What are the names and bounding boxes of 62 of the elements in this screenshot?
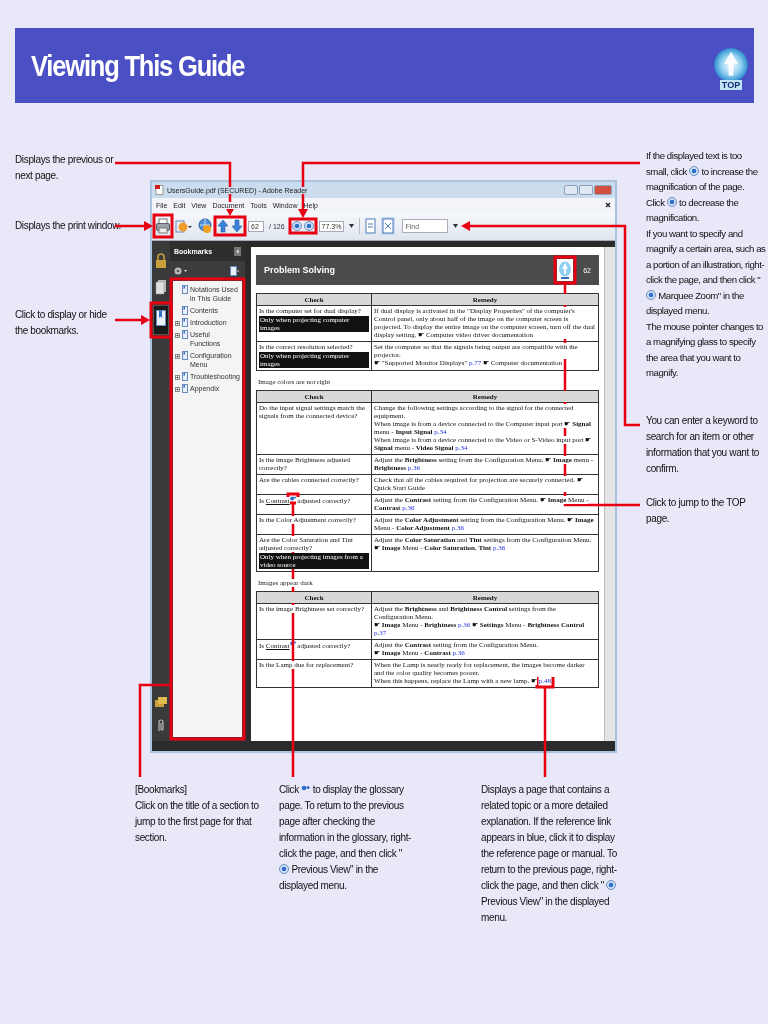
expand-icon[interactable] xyxy=(175,354,180,359)
expand-icon[interactable] xyxy=(175,333,180,338)
caret-icon[interactable] xyxy=(453,224,459,228)
bookmark-icon xyxy=(182,318,188,327)
note-text: If you want to specify and magnify a certain area, such as a portion of an illustration, right-click the page, and then click " Marquee Zoom" in the displayed menu. xyxy=(646,226,766,318)
top-button[interactable]: TOP xyxy=(712,30,750,101)
new-bookmark-icon[interactable] xyxy=(230,266,239,276)
leader-line xyxy=(115,315,150,325)
expand-icon[interactable] xyxy=(175,321,180,326)
expand-icon[interactable] xyxy=(175,375,180,380)
highlight-frame xyxy=(152,213,174,239)
round-icon xyxy=(666,196,677,207)
top-link-icon[interactable] xyxy=(557,259,574,281)
fit-width-icon[interactable] xyxy=(381,217,396,235)
pages-icon[interactable] xyxy=(155,279,167,295)
collapse-icon[interactable] xyxy=(234,246,241,256)
note-text: If the displayed text is too small, click to increase the magnification of the page. xyxy=(646,149,759,194)
note-text: The mouse pointer changes to a magnifying glass to specify the area that you want to magnify. xyxy=(646,319,764,380)
close-icon[interactable] xyxy=(605,202,611,208)
highlight-frame xyxy=(553,255,577,285)
note-text: You can enter a keyword to search for an item or other information that you want to confirm. xyxy=(646,414,761,476)
expand-icon[interactable] xyxy=(175,387,180,392)
bookmark-icon xyxy=(182,351,188,360)
bookmark-icon xyxy=(182,330,188,339)
highlight-frame xyxy=(288,217,318,235)
attachments-icon[interactable] xyxy=(155,697,167,709)
lock-icon[interactable] xyxy=(155,253,167,269)
scrollbar[interactable] xyxy=(604,247,615,741)
bookmark-icon xyxy=(182,306,188,315)
note-text: Click to jump to the TOP page. xyxy=(646,496,747,526)
paperclip-icon[interactable] xyxy=(156,719,166,733)
note-text: Displays the print window. xyxy=(15,219,122,233)
globe-icon[interactable] xyxy=(198,218,212,234)
note-text: Click on the title of a section to jump to the first page for that section. xyxy=(135,799,260,845)
up-arrow-icon[interactable] xyxy=(217,219,229,233)
glossary-icon[interactable] xyxy=(289,496,296,501)
note-text: [Bookmarks] xyxy=(135,783,188,797)
bookmark-icon xyxy=(182,285,188,294)
round-icon xyxy=(606,880,617,890)
options-icon[interactable] xyxy=(174,267,188,275)
note-text: Displays the previous or next page. xyxy=(15,153,115,183)
bookmark-icon xyxy=(182,384,188,393)
zoom-out-icon[interactable] xyxy=(291,221,302,231)
document-icon xyxy=(155,185,164,195)
bookmark-icon xyxy=(156,310,166,326)
highlight-frame xyxy=(213,215,247,237)
page-title: Viewing This Guide xyxy=(31,48,245,83)
round-icon xyxy=(279,864,289,874)
note-text: Displays a page that contains a related topic or a more detailed explanation. If the reference link appears in blue, click it to display the reference page or manual. To return to the previous page, right-click the page, and then click " Previous View" in the displayed menu. xyxy=(481,783,618,925)
section-title: Problem Solving xyxy=(264,265,336,275)
bookmarks-button[interactable] xyxy=(153,305,169,335)
caret-icon[interactable] xyxy=(349,224,355,228)
note-text: Click to decrease the magnification. xyxy=(646,195,740,225)
round-icon xyxy=(689,165,700,176)
note-text: Click to display the glossary page. To return to the previous page after checking the information in the glossary, right-click the page, and then click " Previous View" in the displayed menu. xyxy=(279,783,413,893)
round-icon xyxy=(646,289,656,300)
bookmark-icon xyxy=(182,372,188,381)
note-text: Click to display or hide the bookmarks. xyxy=(15,308,108,338)
glossary-icon[interactable] xyxy=(289,641,296,646)
printer-icon[interactable] xyxy=(156,218,170,234)
down-arrow-icon[interactable] xyxy=(231,219,243,233)
zoom-in-icon[interactable] xyxy=(303,221,314,231)
